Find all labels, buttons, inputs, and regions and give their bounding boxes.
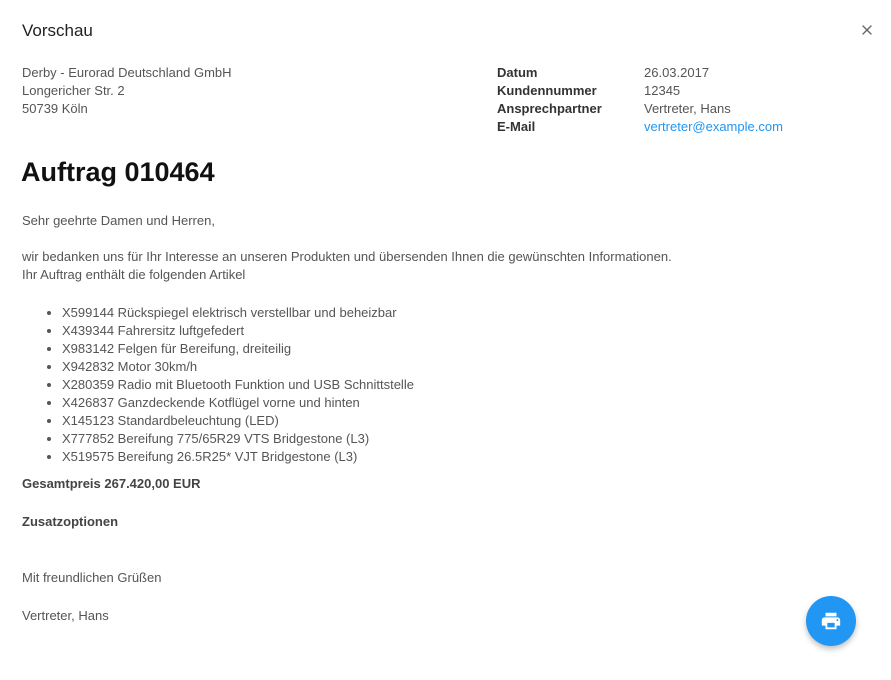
email-link[interactable]: vertreter@example.com bbox=[644, 118, 783, 136]
list-item: X519575 Bereifung 26.5R25* VJT Bridgesto… bbox=[62, 448, 414, 466]
list-item: X777852 Bereifung 775/65R29 VTS Bridgest… bbox=[62, 430, 414, 448]
list-item: X426837 Ganzdeckende Kotflügel vorne und… bbox=[62, 394, 414, 412]
meta-label: Datum bbox=[497, 65, 538, 80]
meta-value-contact: Vertreter, Hans bbox=[644, 101, 731, 116]
intro-text-items: Ihr Auftrag enthält die folgenden Artike… bbox=[22, 267, 246, 282]
order-meta: Datum 26.03.2017 Kundennummer 12345 Ansp… bbox=[497, 64, 783, 136]
dialog-title: Vorschau bbox=[22, 21, 93, 40]
list-item: X439344 Fahrersitz luftgefedert bbox=[62, 322, 414, 340]
order-items-list: X599144 Rückspiegel elektrisch verstellb… bbox=[22, 304, 414, 466]
list-item: X983142 Felgen für Bereifung, dreiteilig bbox=[62, 340, 414, 358]
list-item: X145123 Standardbeleuchtung (LED) bbox=[62, 412, 414, 430]
list-item: X280359 Radio mit Bluetooth Funktion und… bbox=[62, 376, 414, 394]
print-button[interactable] bbox=[806, 596, 856, 646]
signature: Vertreter, Hans bbox=[22, 608, 109, 623]
options-heading: Zusatzoptionen bbox=[22, 514, 119, 529]
meta-value-customer-number: 12345 bbox=[644, 83, 681, 98]
recipient-address: Derby - Eurorad Deutschland GmbH Longeri… bbox=[22, 64, 232, 118]
close-icon bbox=[862, 25, 872, 35]
meta-row-date: Datum 26.03.2017 bbox=[497, 64, 783, 82]
close-button[interactable] bbox=[857, 20, 877, 40]
meta-label: E-Mail bbox=[497, 119, 536, 134]
salutation: Sehr geehrte Damen und Herren, bbox=[22, 213, 215, 228]
meta-value-date: 26.03.2017 bbox=[644, 65, 710, 80]
meta-label: Ansprechpartner bbox=[497, 101, 602, 116]
meta-label: Kundennummer bbox=[497, 83, 597, 98]
list-item: X599144 Rückspiegel elektrisch verstellb… bbox=[62, 304, 414, 322]
total-price: Gesamtpreis 267.420,00 EUR bbox=[22, 476, 201, 491]
list-item: X942832 Motor 30km/h bbox=[62, 358, 414, 376]
print-icon bbox=[821, 612, 841, 630]
address-line-street: Longericher Str. 2 bbox=[22, 83, 125, 98]
address-line-city: 50739 Köln bbox=[22, 101, 88, 116]
meta-row-contact: Ansprechpartner Vertreter, Hans bbox=[497, 100, 783, 118]
order-title: Auftrag 010464 bbox=[21, 157, 215, 187]
meta-row-email: E-Mail vertreter@example.com bbox=[497, 118, 783, 136]
meta-row-customer-number: Kundennummer 12345 bbox=[497, 82, 783, 100]
address-line-company: Derby - Eurorad Deutschland GmbH bbox=[22, 65, 232, 80]
closing-text: Mit freundlichen Grüßen bbox=[22, 570, 162, 585]
intro-text: wir bedanken uns für Ihr Interesse an un… bbox=[22, 249, 672, 264]
